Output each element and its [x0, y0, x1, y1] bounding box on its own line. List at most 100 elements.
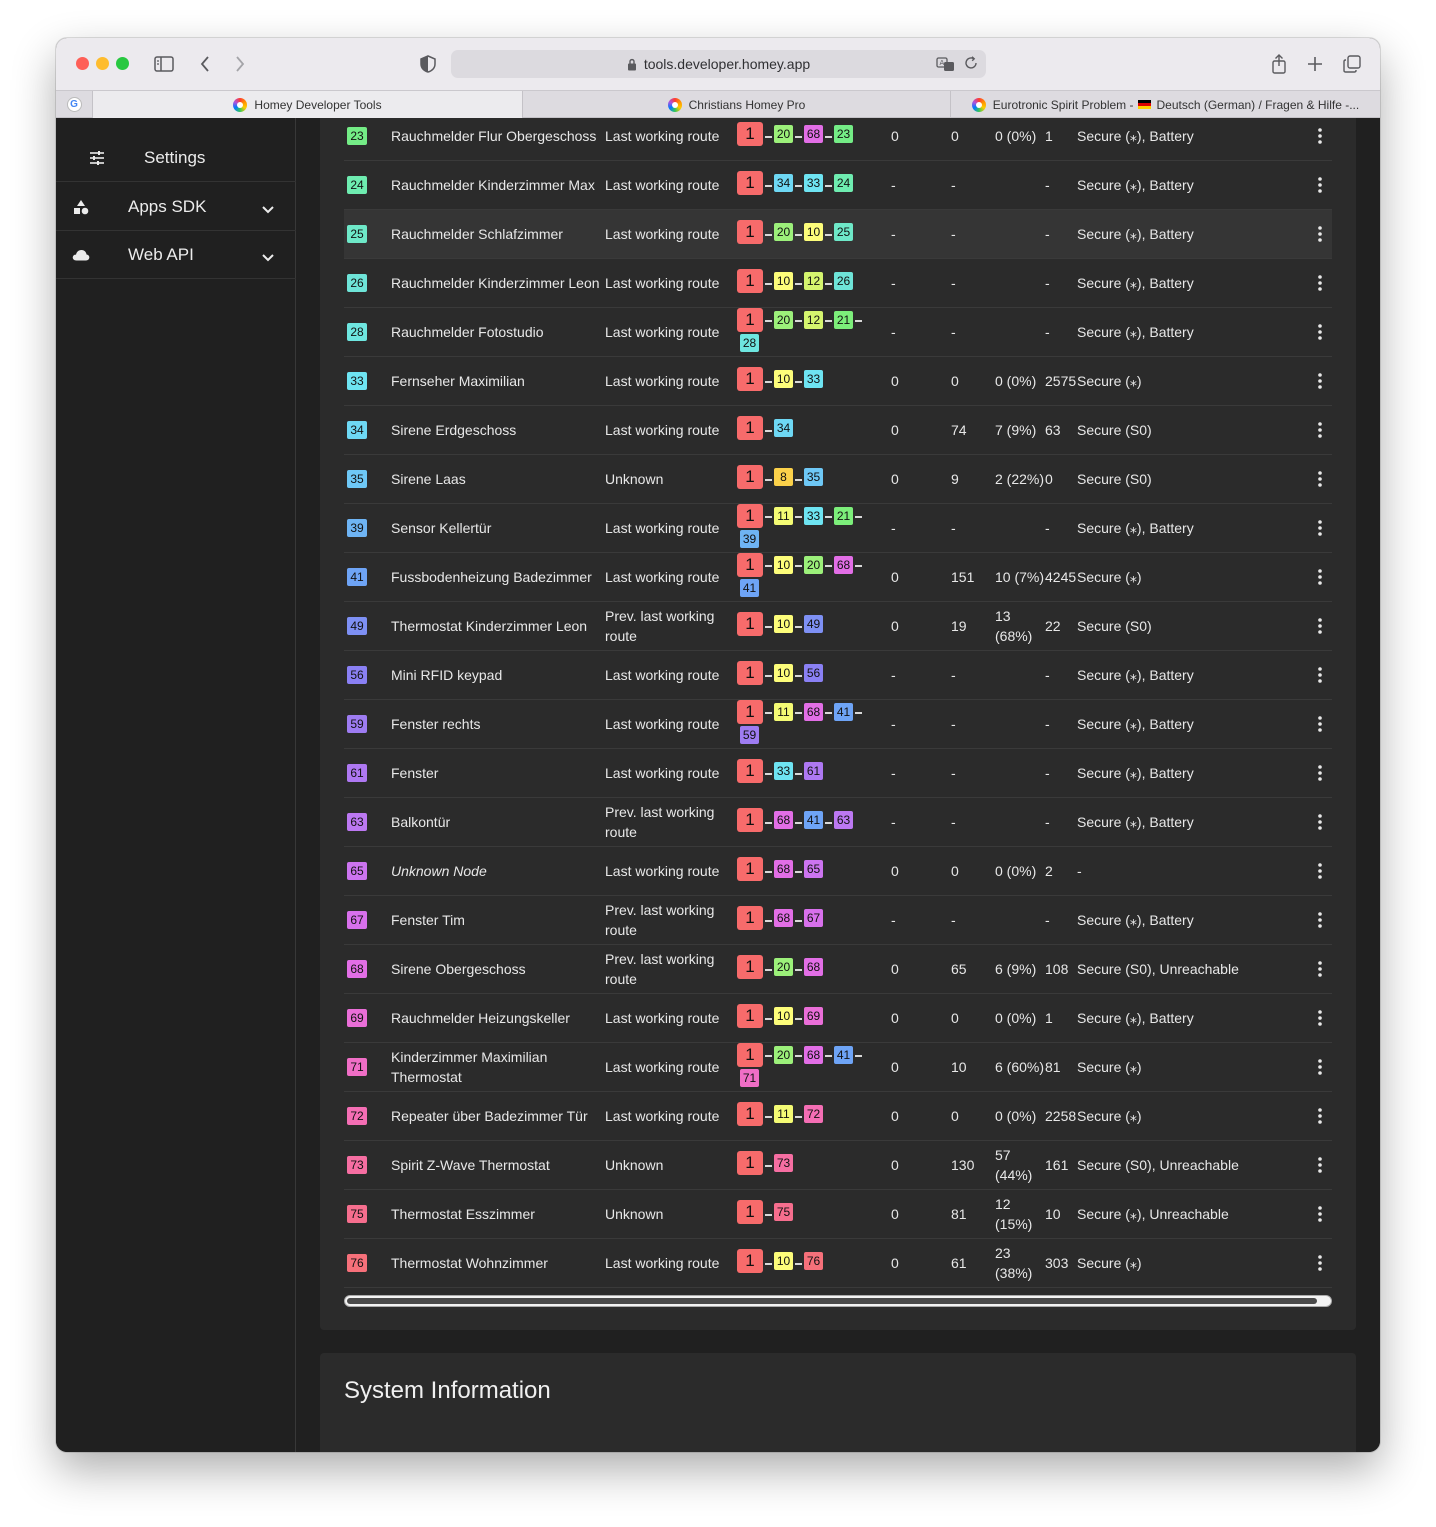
table-row[interactable]: 63 Balkontür Prev. last working route 1 68 41…: [344, 798, 1332, 847]
close-window-button[interactable]: [76, 57, 89, 70]
table-row[interactable]: 28 Rauchmelder Fotostudio Last working rou…: [344, 308, 1332, 357]
route-connector: [855, 516, 862, 518]
more-options-icon[interactable]: [1310, 1190, 1330, 1238]
route-connector: [825, 283, 832, 285]
back-icon[interactable]: [195, 51, 215, 77]
address-bar[interactable]: tools.developer.homey.app A: [451, 50, 986, 78]
more-options-icon[interactable]: [1310, 798, 1330, 846]
zoom-window-button[interactable]: [116, 57, 129, 70]
more-options-icon[interactable]: [1310, 1092, 1330, 1140]
tab-christians-homey-pro[interactable]: Christians Homey Pro: [522, 91, 950, 118]
more-options-icon[interactable]: [1310, 945, 1330, 993]
reload-icon[interactable]: [964, 56, 978, 73]
node-id-badge: 41: [347, 568, 367, 586]
share-icon[interactable]: [1268, 51, 1290, 77]
table-row[interactable]: 25 Rauchmelder Schlafzimmer Last working r…: [344, 210, 1332, 259]
tab-overview-icon[interactable]: [1341, 51, 1363, 77]
more-options-icon[interactable]: [1310, 118, 1330, 160]
table-row[interactable]: 72 Repeater über Badezimmer Tür Last worki…: [344, 1092, 1332, 1141]
more-options-icon[interactable]: [1310, 553, 1330, 601]
more-options-icon[interactable]: [1310, 210, 1330, 258]
stat-value-1: 0: [891, 961, 899, 977]
table-row[interactable]: 33 Fernseher Maximilian Last working route…: [344, 357, 1332, 406]
route-node-badge: 1: [737, 367, 763, 391]
new-tab-icon[interactable]: [1304, 51, 1326, 77]
table-row[interactable]: 61 Fenster Last working route 1 33 61 - - - Secur…: [344, 749, 1332, 798]
table-row[interactable]: 39 Sensor Kellertür Last working route 1 11 3…: [344, 504, 1332, 553]
table-row[interactable]: 59 Fenster rechts Last working route 1 11 68 4…: [344, 700, 1332, 749]
table-row[interactable]: 41 Fussbodenheizung Badezimmer Last workin…: [344, 553, 1332, 602]
more-options-icon[interactable]: [1310, 1043, 1330, 1091]
scrollbar-thumb[interactable]: [347, 1298, 1317, 1304]
table-row[interactable]: 35 Sirene Laas Unknown 1 8 35 0 9 2 (22%) 0 Secure…: [344, 455, 1332, 504]
more-options-icon[interactable]: [1310, 994, 1330, 1042]
more-options-icon[interactable]: [1310, 1141, 1330, 1189]
more-options-icon[interactable]: [1310, 161, 1330, 209]
node-id-badge: 71: [347, 1058, 367, 1076]
table-row[interactable]: 73 Spirit Z-Wave Thermostat Unknown 1 73 0 130…: [344, 1141, 1332, 1190]
more-options-icon[interactable]: [1310, 651, 1330, 699]
chevron-down-icon[interactable]: [262, 199, 274, 219]
browser-window: tools.developer.homey.app A G Homey Deve…: [56, 38, 1380, 1452]
table-row[interactable]: 68 Sirene Obergeschoss Prev. last working …: [344, 945, 1332, 994]
more-options-icon[interactable]: [1310, 1239, 1330, 1287]
more-options-icon[interactable]: [1310, 357, 1330, 405]
more-options-icon[interactable]: [1310, 504, 1330, 552]
table-row[interactable]: 69 Rauchmelder Heizungskeller Last working…: [344, 994, 1332, 1043]
homey-icon: [667, 97, 682, 112]
privacy-shield-icon[interactable]: [417, 51, 439, 77]
table-row[interactable]: 26 Rauchmelder Kinderzimmer Leon Last work…: [344, 259, 1332, 308]
stat-value-3: 12 (15%): [995, 1196, 1033, 1232]
tab-homey-developer-tools[interactable]: Homey Developer Tools: [92, 91, 522, 118]
pinned-tab-google[interactable]: G: [56, 91, 92, 118]
more-options-icon[interactable]: [1310, 847, 1330, 895]
stat-value-2: 0: [951, 1108, 959, 1124]
more-options-icon[interactable]: [1310, 259, 1330, 307]
more-options-icon[interactable]: [1310, 455, 1330, 503]
more-options-icon[interactable]: [1310, 406, 1330, 454]
more-options-icon[interactable]: [1310, 308, 1330, 356]
stat-value-4: 2: [1045, 863, 1053, 879]
forward-icon[interactable]: [230, 51, 250, 77]
table-row[interactable]: 23 Rauchmelder Flur Obergeschoss Last work…: [344, 118, 1332, 161]
route-path: 1 68 41 63: [737, 798, 897, 846]
route-node-badge: 20: [804, 556, 823, 574]
table-row[interactable]: 75 Thermostat Esszimmer Unknown 1 75 0 81 12 (1…: [344, 1190, 1332, 1239]
more-options-icon[interactable]: [1310, 749, 1330, 797]
german-flag-icon: [1138, 100, 1152, 109]
route-node-badge: 33: [804, 174, 823, 192]
more-options-icon[interactable]: [1310, 896, 1330, 944]
table-row[interactable]: 71 Kinderzimmer Maximilian Thermostat Last…: [344, 1043, 1332, 1092]
sidebar-item-apps-sdk[interactable]: Apps SDK: [56, 183, 296, 231]
tab-eurotronic-spirit-problem[interactable]: Eurotronic Spirit Problem - Deutsch (Ger…: [950, 91, 1380, 118]
stat-value-2: 151: [951, 569, 975, 585]
table-row[interactable]: 24 Rauchmelder Kinderzimmer Max Last worki…: [344, 161, 1332, 210]
sidebar-item-settings[interactable]: Settings: [56, 134, 296, 182]
stat-value-1: 0: [891, 1157, 899, 1173]
chevron-down-icon[interactable]: [262, 247, 274, 267]
route-connector: [795, 516, 802, 518]
table-row[interactable]: 67 Fenster Tim Prev. last working route 1 68…: [344, 896, 1332, 945]
minimize-window-button[interactable]: [96, 57, 109, 70]
cloud-icon: [56, 249, 106, 261]
sidebar-toggle-icon[interactable]: [152, 51, 176, 77]
more-options-icon[interactable]: [1310, 602, 1330, 650]
sidebar-item-web-api[interactable]: Web API: [56, 231, 296, 279]
horizontal-scrollbar[interactable]: [344, 1295, 1332, 1307]
translate-icon[interactable]: A: [936, 56, 956, 75]
stat-value-3: [995, 259, 1045, 307]
shapes-icon: [56, 199, 106, 215]
route-node-badge: 11: [774, 507, 793, 525]
table-row[interactable]: 49 Thermostat Kinderzimmer Leon Prev. last…: [344, 602, 1332, 651]
table-row[interactable]: 65 Unknown Node Last working route 1 68 65 0 0 0…: [344, 847, 1332, 896]
table-row[interactable]: 56 Mini RFID keypad Last working route 1 10 5…: [344, 651, 1332, 700]
table-row[interactable]: 76 Thermostat Wohnzimmer Last working rout…: [344, 1239, 1332, 1288]
node-name: Fenster rechts: [391, 716, 481, 732]
table-row[interactable]: 34 Sirene Erdgeschoss Last working route 1 3…: [344, 406, 1332, 455]
route-connector: [795, 479, 802, 481]
main-content: 23 Rauchmelder Flur Obergeschoss Last work…: [297, 118, 1380, 1452]
security-status: Secure (S0): [1077, 618, 1152, 634]
security-status: Secure (⁎): [1077, 373, 1142, 389]
route-connector: [765, 430, 772, 432]
more-options-icon[interactable]: [1310, 700, 1330, 748]
